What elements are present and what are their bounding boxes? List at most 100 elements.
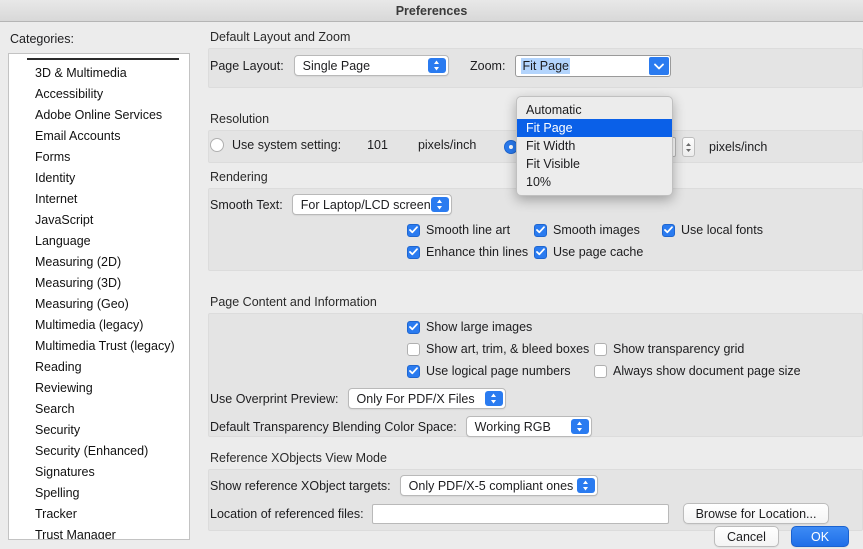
zoom-menu-item[interactable]: Fit Visible bbox=[517, 155, 672, 173]
zoom-menu-item[interactable]: 10% bbox=[517, 173, 672, 191]
blending-color-space-select[interactable]: Working RGB bbox=[465, 416, 592, 437]
sidebar-item[interactable]: JavaScript bbox=[9, 210, 189, 231]
sidebar-item[interactable]: Reviewing bbox=[9, 378, 189, 399]
sidebar-item[interactable]: Email Accounts bbox=[9, 126, 189, 147]
ok-button[interactable]: OK bbox=[791, 526, 849, 547]
sidebar-item[interactable]: Language bbox=[9, 231, 189, 252]
zoom-combobox[interactable]: Fit Page bbox=[515, 55, 672, 77]
overprint-preview-select[interactable]: Only For PDF/X Files bbox=[347, 388, 506, 409]
overprint-preview-value: Only For PDF/X Files bbox=[356, 391, 475, 406]
checkbox-icon[interactable] bbox=[407, 342, 420, 356]
checkbox-use-local-fonts[interactable]: Use local fonts bbox=[662, 223, 763, 237]
sidebar-item[interactable]: 3D & Multimedia bbox=[9, 63, 189, 84]
sidebar-item[interactable]: Reading bbox=[9, 357, 189, 378]
overprint-preview-row: Use Overprint Preview: Only For PDF/X Fi… bbox=[210, 388, 506, 409]
updown-arrows-icon bbox=[484, 391, 503, 406]
sidebar-item[interactable]: Identity bbox=[9, 168, 189, 189]
sidebar-item[interactable]: Adobe Online Services bbox=[9, 105, 189, 126]
chevron-down-icon[interactable] bbox=[649, 57, 670, 75]
zoom-menu-item[interactable]: Automatic bbox=[517, 101, 672, 119]
use-system-setting-radio[interactable] bbox=[210, 138, 224, 152]
sidebar-item[interactable]: Search bbox=[9, 399, 189, 420]
checkbox-smooth-images[interactable]: Smooth images bbox=[534, 223, 640, 237]
xobject-targets-label: Show reference XObject targets: bbox=[210, 478, 391, 493]
sidebar-item[interactable]: Spelling bbox=[9, 483, 189, 504]
checkbox-use-logical-page-numbers[interactable]: Use logical page numbers bbox=[407, 364, 571, 378]
sidebar-item[interactable]: Accessibility bbox=[9, 84, 189, 105]
checkbox-label: Smooth line art bbox=[426, 223, 511, 237]
checkbox-label: Use local fonts bbox=[681, 223, 763, 237]
page-layout-select[interactable]: Single Page bbox=[293, 55, 449, 76]
updown-arrows-icon bbox=[576, 478, 595, 493]
checkbox-icon[interactable] bbox=[534, 245, 547, 259]
checkbox-show-large-images[interactable]: Show large images bbox=[407, 320, 532, 334]
updown-arrows-icon bbox=[570, 419, 589, 434]
updown-arrows-icon bbox=[427, 58, 446, 73]
use-system-setting-label: Use system setting: bbox=[232, 138, 342, 152]
window-titlebar: Preferences bbox=[0, 0, 863, 22]
list-top-divider bbox=[27, 58, 179, 60]
blending-color-space-label: Default Transparency Blending Color Spac… bbox=[210, 419, 457, 434]
checkbox-icon[interactable] bbox=[594, 342, 607, 356]
sidebar-item[interactable]: Trust Manager bbox=[9, 525, 189, 539]
overprint-preview-label: Use Overprint Preview: bbox=[210, 391, 339, 406]
checkbox-icon[interactable] bbox=[534, 223, 547, 237]
checkbox-label: Enhance thin lines bbox=[426, 245, 529, 259]
updown-arrows-icon bbox=[430, 197, 449, 212]
checkbox-icon[interactable] bbox=[407, 245, 420, 259]
checkbox-always-show-page-size[interactable]: Always show document page size bbox=[594, 364, 801, 378]
sidebar-item[interactable]: Measuring (2D) bbox=[9, 252, 189, 273]
xobject-targets-row: Show reference XObject targets: Only PDF… bbox=[210, 475, 598, 496]
page-layout-value: Single Page bbox=[302, 58, 371, 73]
checkbox-icon[interactable] bbox=[594, 364, 607, 378]
blending-color-space-value: Working RGB bbox=[474, 419, 551, 434]
system-resolution-value: 101 bbox=[367, 138, 388, 152]
checkbox-label: Use logical page numbers bbox=[426, 364, 571, 378]
checkbox-icon[interactable] bbox=[407, 364, 420, 378]
zoom-menu-item[interactable]: Fit Width bbox=[517, 137, 672, 155]
checkbox-label: Show art, trim, & bleed boxes bbox=[426, 342, 590, 356]
xobject-targets-select[interactable]: Only PDF/X-5 compliant ones bbox=[399, 475, 598, 496]
zoom-label: Zoom: bbox=[470, 59, 506, 73]
referenced-files-location-label: Location of referenced files: bbox=[210, 506, 364, 521]
checkbox-icon[interactable] bbox=[407, 320, 420, 334]
section-title-page-content: Page Content and Information bbox=[210, 295, 377, 309]
zoom-menu-item[interactable]: Fit Page bbox=[517, 119, 672, 137]
checkbox-use-page-cache[interactable]: Use page cache bbox=[534, 245, 643, 259]
sidebar-item[interactable]: Tracker bbox=[9, 504, 189, 525]
custom-resolution-units: pixels/inch bbox=[709, 140, 768, 154]
section-title-xobjects: Reference XObjects View Mode bbox=[210, 451, 387, 465]
sidebar-item[interactable]: Multimedia (legacy) bbox=[9, 315, 189, 336]
checkbox-label: Show transparency grid bbox=[613, 342, 745, 356]
custom-resolution-stepper[interactable] bbox=[682, 137, 695, 157]
sidebar-item[interactable]: Forms bbox=[9, 147, 189, 168]
smooth-text-row: Smooth Text: For Laptop/LCD screens bbox=[210, 194, 452, 215]
sidebar-item[interactable]: Internet bbox=[9, 189, 189, 210]
checkbox-smooth-line-art[interactable]: Smooth line art bbox=[407, 223, 510, 237]
categories-label: Categories: bbox=[10, 32, 74, 46]
zoom-row: Zoom: Fit Page bbox=[470, 55, 672, 77]
sidebar-item[interactable]: Measuring (3D) bbox=[9, 273, 189, 294]
zoom-value: Fit Page bbox=[521, 58, 570, 74]
checkbox-label: Always show document page size bbox=[613, 364, 801, 378]
checkbox-icon[interactable] bbox=[407, 223, 420, 237]
cancel-button[interactable]: Cancel bbox=[714, 526, 779, 547]
zoom-dropdown-menu[interactable]: Automatic Fit Page Fit Width Fit Visible 10% bbox=[516, 96, 673, 196]
browse-for-location-button[interactable]: Browse for Location... bbox=[682, 503, 830, 524]
checkbox-enhance-thin-lines[interactable]: Enhance thin lines bbox=[407, 245, 528, 259]
smooth-text-label: Smooth Text: bbox=[210, 197, 283, 212]
section-title-layout-zoom: Default Layout and Zoom bbox=[210, 30, 351, 44]
sidebar-item[interactable]: Multimedia Trust (legacy) bbox=[9, 336, 189, 357]
smooth-text-select[interactable]: For Laptop/LCD screens bbox=[291, 194, 452, 215]
sidebar-item[interactable]: Security bbox=[9, 420, 189, 441]
checkbox-show-art-trim-bleed[interactable]: Show art, trim, & bleed boxes bbox=[407, 342, 589, 356]
page-layout-row: Page Layout: Single Page bbox=[210, 55, 449, 76]
referenced-files-location-input[interactable] bbox=[371, 503, 669, 524]
checkbox-icon[interactable] bbox=[662, 223, 675, 237]
categories-listbox[interactable]: 3D & Multimedia Accessibility Adobe Online… bbox=[8, 53, 190, 540]
sidebar-item[interactable]: Measuring (Geo) bbox=[9, 294, 189, 315]
smooth-text-value: For Laptop/LCD screens bbox=[300, 197, 437, 212]
sidebar-item[interactable]: Signatures bbox=[9, 462, 189, 483]
sidebar-item[interactable]: Security (Enhanced) bbox=[9, 441, 189, 462]
checkbox-show-transparency-grid[interactable]: Show transparency grid bbox=[594, 342, 744, 356]
